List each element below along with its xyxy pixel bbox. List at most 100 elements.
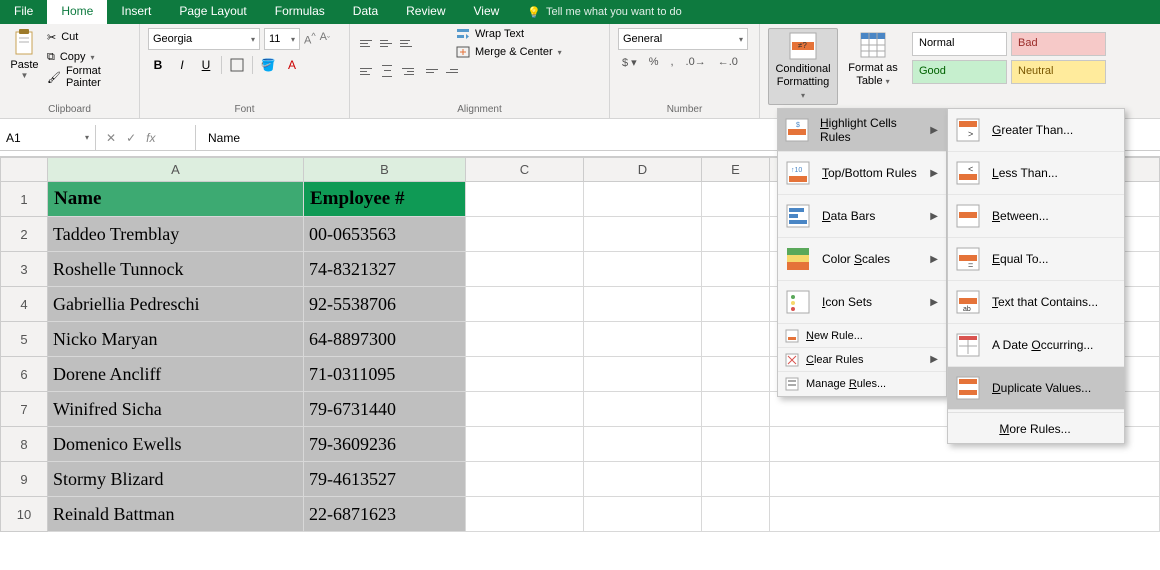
menu-highlight-cells-rules[interactable]: $ Highlight Cells Rules ▶ (778, 109, 946, 152)
increase-font-icon[interactable]: A^ (304, 31, 316, 47)
paste-button[interactable]: Paste ▼ (8, 28, 41, 86)
row-header[interactable]: 10 (1, 497, 48, 532)
menu-new-rule[interactable]: New Rule... (778, 324, 946, 348)
cell[interactable] (584, 427, 702, 462)
menu-icon-sets[interactable]: Icon Sets ▶ (778, 281, 946, 324)
cell[interactable]: Taddeo Tremblay (48, 217, 304, 252)
menu-manage-rules[interactable]: Manage Rules... (778, 372, 946, 396)
cell[interactable]: Winifred Sicha (48, 392, 304, 427)
style-good[interactable]: Good (912, 60, 1007, 84)
tab-data[interactable]: Data (339, 0, 392, 24)
row-header[interactable]: 1 (1, 182, 48, 217)
tab-file[interactable]: File (0, 0, 47, 24)
bold-button[interactable]: B (148, 54, 168, 76)
cell[interactable] (466, 427, 584, 462)
column-header-c[interactable]: C (466, 158, 584, 182)
increase-decimal-button[interactable]: .0→ (682, 54, 710, 71)
cell[interactable]: 00-0653563 (304, 217, 466, 252)
currency-button[interactable]: $ ▾ (618, 54, 641, 71)
italic-button[interactable]: I (172, 54, 192, 76)
align-center-button[interactable] (378, 62, 396, 80)
percent-button[interactable]: % (645, 54, 663, 71)
menu-color-scales[interactable]: Color Scales ▶ (778, 238, 946, 281)
tell-me[interactable]: 💡 Tell me what you want to do (513, 0, 695, 24)
cell[interactable] (466, 182, 584, 217)
menu-equal-to[interactable]: = Equal To... (948, 238, 1124, 281)
tab-page-layout[interactable]: Page Layout (165, 0, 260, 24)
cell[interactable] (466, 462, 584, 497)
cell[interactable]: 79-6731440 (304, 392, 466, 427)
cell[interactable] (702, 217, 770, 252)
cell[interactable]: Nicko Maryan (48, 322, 304, 357)
cell[interactable] (702, 287, 770, 322)
row-header[interactable]: 3 (1, 252, 48, 287)
cell[interactable]: Dorene Ancliff (48, 357, 304, 392)
cell[interactable] (770, 462, 1160, 497)
row-header[interactable]: 7 (1, 392, 48, 427)
cell[interactable] (584, 217, 702, 252)
cell[interactable] (466, 322, 584, 357)
menu-data-bars[interactable]: Data Bars ▶ (778, 195, 946, 238)
cell[interactable] (584, 322, 702, 357)
menu-less-than[interactable]: < Less Than... (948, 152, 1124, 195)
cell[interactable]: Gabriellia Pedreschi (48, 287, 304, 322)
cell[interactable]: 22-6871623 (304, 497, 466, 532)
cell[interactable] (702, 182, 770, 217)
comma-button[interactable]: , (666, 54, 677, 71)
cell[interactable]: Stormy Blizard (48, 462, 304, 497)
menu-duplicate-values[interactable]: Duplicate Values... (948, 367, 1124, 410)
align-bottom-button[interactable] (398, 34, 416, 52)
borders-button[interactable] (227, 54, 247, 76)
cell[interactable]: 64-8897300 (304, 322, 466, 357)
conditional-formatting-button[interactable]: ≠? Conditional Formatting ▾ (768, 28, 838, 105)
style-neutral[interactable]: Neutral (1011, 60, 1106, 84)
row-header[interactable]: 9 (1, 462, 48, 497)
cell[interactable] (466, 497, 584, 532)
cell[interactable]: Domenico Ewells (48, 427, 304, 462)
font-size-select[interactable]: 11▾ (264, 28, 300, 50)
cell[interactable]: 79-3609236 (304, 427, 466, 462)
cell[interactable] (466, 287, 584, 322)
font-name-select[interactable]: Georgia▾ (148, 28, 260, 50)
style-normal[interactable]: Normal (912, 32, 1007, 56)
menu-between[interactable]: Between... (948, 195, 1124, 238)
cell[interactable] (702, 392, 770, 427)
cell[interactable] (584, 287, 702, 322)
wrap-text-button[interactable]: Wrap Text (456, 28, 562, 40)
cell[interactable] (702, 427, 770, 462)
column-header-d[interactable]: D (584, 158, 702, 182)
row-header[interactable]: 4 (1, 287, 48, 322)
copy-button[interactable]: ⧉Copy ▾ (47, 48, 131, 66)
fill-color-button[interactable]: 🪣 (258, 54, 278, 76)
cell[interactable] (702, 322, 770, 357)
menu-text-contains[interactable]: ab Text that Contains... (948, 281, 1124, 324)
cell[interactable]: 74-8321327 (304, 252, 466, 287)
menu-greater-than[interactable]: > Greater Than... (948, 109, 1124, 152)
number-format-select[interactable]: General▾ (618, 28, 748, 50)
row-header[interactable]: 2 (1, 217, 48, 252)
cell[interactable] (702, 357, 770, 392)
row-header[interactable]: 8 (1, 427, 48, 462)
cell[interactable] (584, 497, 702, 532)
tab-home[interactable]: Home (47, 0, 107, 24)
cell[interactable] (466, 217, 584, 252)
cell[interactable]: 92-5538706 (304, 287, 466, 322)
fx-icon[interactable]: fx (146, 131, 155, 145)
menu-top-bottom-rules[interactable]: ↑10 Top/Bottom Rules ▶ (778, 152, 946, 195)
increase-indent-button[interactable] (444, 62, 462, 80)
cell[interactable] (702, 252, 770, 287)
format-as-table-button[interactable]: Format as Table ▾ (838, 28, 908, 105)
row-header[interactable]: 5 (1, 322, 48, 357)
name-box[interactable]: A1▾ (0, 125, 96, 150)
decrease-decimal-button[interactable]: ←.0 (714, 54, 742, 71)
tab-view[interactable]: View (460, 0, 514, 24)
cell[interactable] (584, 392, 702, 427)
align-right-button[interactable] (398, 62, 416, 80)
menu-clear-rules[interactable]: Clear Rules ▶ (778, 348, 946, 372)
font-color-button[interactable]: A (282, 54, 302, 76)
align-middle-button[interactable] (378, 34, 396, 52)
column-header-a[interactable]: A (48, 158, 304, 182)
cell-b1[interactable]: Employee # (304, 182, 466, 217)
tab-review[interactable]: Review (392, 0, 459, 24)
menu-more-rules[interactable]: More Rules... (948, 415, 1124, 443)
